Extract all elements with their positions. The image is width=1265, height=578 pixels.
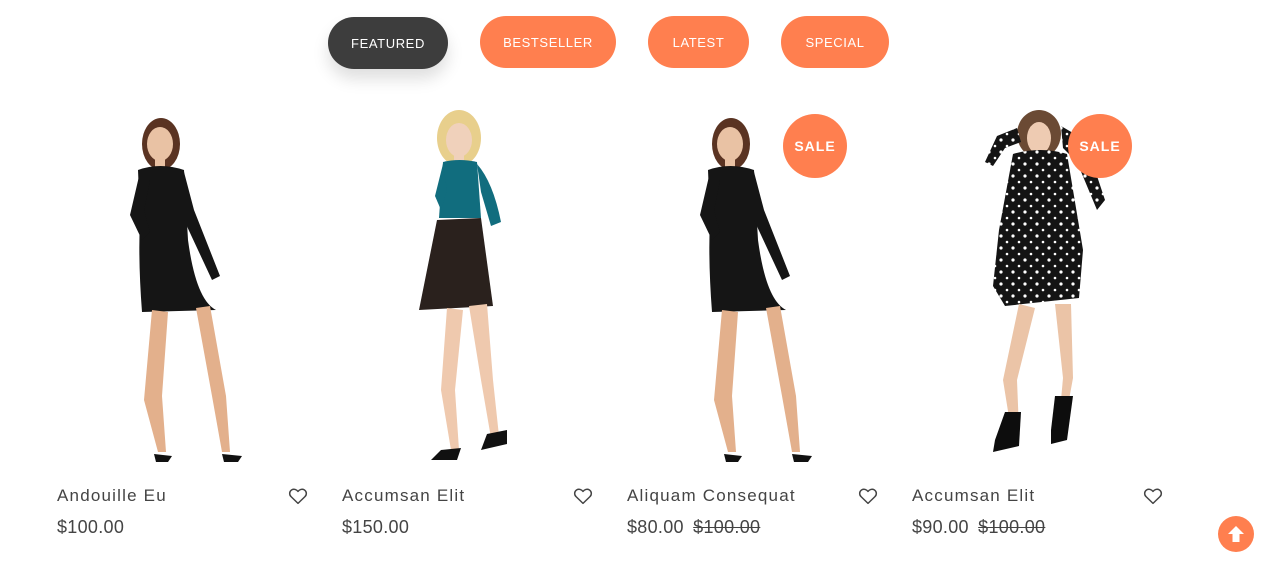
sale-badge: SALE — [783, 114, 847, 178]
heart-icon[interactable] — [858, 487, 878, 505]
price-row: $80.00 $100.00 — [627, 517, 760, 538]
model-black-dress-image — [130, 118, 242, 462]
product-card[interactable]: Andouille Eu $100.00 — [46, 100, 316, 560]
product-image[interactable] — [331, 100, 601, 470]
product-price: $90.00 — [912, 517, 969, 537]
product-old-price: $100.00 — [693, 517, 761, 537]
model-teal-top-image — [419, 110, 507, 460]
product-name[interactable]: Andouille Eu — [57, 486, 167, 506]
product-name[interactable]: Aliquam Consequat — [627, 486, 796, 506]
product-tab-bar: FEATURED BESTSELLER LATEST SPECIAL — [0, 16, 1265, 70]
tab-featured[interactable]: FEATURED — [328, 17, 448, 69]
product-name[interactable]: Accumsan Elit — [912, 486, 1035, 506]
product-price: $150.00 — [342, 517, 410, 537]
product-price: $100.00 — [57, 517, 125, 537]
heart-icon[interactable] — [1143, 487, 1163, 505]
heart-icon[interactable] — [573, 487, 593, 505]
heart-icon[interactable] — [288, 487, 308, 505]
tab-latest[interactable]: LATEST — [648, 16, 749, 68]
product-image[interactable] — [46, 100, 316, 470]
tab-bestseller[interactable]: BESTSELLER — [480, 16, 616, 68]
tab-special[interactable]: SPECIAL — [781, 16, 889, 68]
arrow-up-icon — [1228, 526, 1244, 542]
price-row: $90.00 $100.00 — [912, 517, 1045, 538]
product-card[interactable]: Accumsan Elit $150.00 — [331, 100, 601, 560]
sale-badge: SALE — [1068, 114, 1132, 178]
price-row: $100.00 — [57, 517, 124, 538]
product-price: $80.00 — [627, 517, 684, 537]
scroll-to-top-button[interactable] — [1218, 516, 1254, 552]
product-card[interactable]: SALE Accumsan Elit $90.00 $100.00 — [901, 100, 1171, 560]
product-name[interactable]: Accumsan Elit — [342, 486, 465, 506]
product-old-price: $100.00 — [978, 517, 1046, 537]
product-card[interactable]: SALE Aliquam Consequat $80.00 $100.00 — [616, 100, 886, 560]
price-row: $150.00 — [342, 517, 409, 538]
